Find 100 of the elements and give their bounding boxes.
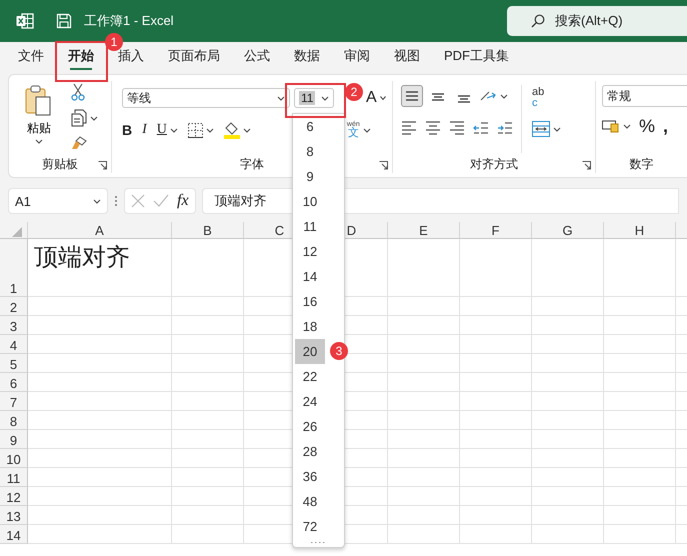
- borders-icon[interactable]: [188, 122, 203, 138]
- grid-cell[interactable]: [28, 506, 172, 525]
- wrap-text-button[interactable]: ab c: [532, 87, 561, 109]
- row-header[interactable]: 5: [0, 354, 28, 373]
- font-size-field[interactable]: 11: [294, 88, 334, 108]
- grid-cell[interactable]: [532, 373, 604, 392]
- grid-cell[interactable]: [388, 239, 460, 297]
- grid-cell[interactable]: [28, 449, 172, 468]
- grid-cell[interactable]: [388, 354, 460, 373]
- grid-cell[interactable]: [532, 354, 604, 373]
- bold-button[interactable]: B: [122, 122, 132, 138]
- grid-cell[interactable]: [460, 525, 532, 544]
- merge-center-icon[interactable]: [532, 121, 550, 137]
- decrease-indent-icon[interactable]: [473, 120, 489, 136]
- menu-item[interactable]: 26: [295, 414, 325, 439]
- row-header[interactable]: 2: [0, 297, 28, 316]
- search-field[interactable]: 搜索(Alt+Q): [507, 6, 687, 36]
- launcher-icon[interactable]: [98, 161, 107, 170]
- row-header[interactable]: 11: [0, 468, 28, 487]
- ribbon-tab[interactable]: 数据: [290, 45, 324, 71]
- caret-icon[interactable]: [362, 128, 371, 132]
- caret-icon[interactable]: [206, 128, 214, 132]
- row-header[interactable]: 8: [0, 411, 28, 430]
- grid-cell[interactable]: [532, 449, 604, 468]
- grid-cell[interactable]: [172, 373, 244, 392]
- grid-cell[interactable]: [388, 411, 460, 430]
- grid-cell[interactable]: [172, 449, 244, 468]
- cancel-icon[interactable]: [131, 194, 145, 208]
- grid-cell[interactable]: [604, 354, 676, 373]
- caret-icon[interactable]: [321, 96, 329, 100]
- grid-cell[interactable]: [388, 468, 460, 487]
- grid-cell[interactable]: [532, 525, 604, 544]
- launcher-icon[interactable]: [379, 161, 388, 170]
- grid-cell[interactable]: [604, 449, 676, 468]
- column-header[interactable]: F: [460, 222, 532, 239]
- grid-cell[interactable]: [532, 506, 604, 525]
- comma-button[interactable]: ,: [663, 116, 668, 136]
- grid-cell[interactable]: [604, 430, 676, 449]
- row-header[interactable]: 1: [0, 239, 28, 297]
- grid-cell[interactable]: [532, 392, 604, 411]
- caret-icon[interactable]: [93, 198, 101, 204]
- caret-icon[interactable]: [90, 116, 98, 120]
- grid-cell[interactable]: [460, 373, 532, 392]
- row-header[interactable]: 12: [0, 487, 28, 506]
- grid-cell[interactable]: [604, 316, 676, 335]
- caret-icon[interactable]: [277, 96, 285, 100]
- underline-button[interactable]: U: [156, 122, 167, 138]
- caret-icon[interactable]: [623, 124, 631, 128]
- grid-cell[interactable]: [460, 449, 532, 468]
- grid-cell[interactable]: [460, 430, 532, 449]
- grid-cell[interactable]: [532, 411, 604, 430]
- grid-cell[interactable]: [460, 468, 532, 487]
- grid-cell[interactable]: [388, 449, 460, 468]
- grid-cell[interactable]: [28, 316, 172, 335]
- menu-item[interactable]: 36: [295, 464, 325, 489]
- grid-cell[interactable]: [28, 392, 172, 411]
- grid-cell[interactable]: [532, 297, 604, 316]
- row-header[interactable]: 10: [0, 449, 28, 468]
- grid-cell[interactable]: [172, 430, 244, 449]
- ribbon-tab[interactable]: 开始: [64, 45, 98, 71]
- grid-cell[interactable]: [460, 392, 532, 411]
- grid-cell[interactable]: [388, 297, 460, 316]
- menu-item[interactable]: 72: [295, 514, 325, 539]
- grid-cell[interactable]: [532, 239, 604, 297]
- grid-cell[interactable]: [28, 525, 172, 544]
- align-right-icon[interactable]: [449, 120, 465, 136]
- grid-cell[interactable]: [172, 525, 244, 544]
- column-header[interactable]: B: [172, 222, 244, 239]
- insert-function-button[interactable]: fx: [177, 192, 189, 210]
- grid-cell[interactable]: [604, 392, 676, 411]
- grow-font-button[interactable]: A: [366, 89, 377, 107]
- cut-icon[interactable]: [71, 83, 85, 101]
- caret-icon[interactable]: [170, 128, 178, 132]
- grid-cell[interactable]: [172, 354, 244, 373]
- grid-cell[interactable]: [388, 430, 460, 449]
- select-all-icon[interactable]: [12, 226, 22, 236]
- enter-icon[interactable]: [153, 194, 169, 208]
- grid-cell[interactable]: [172, 316, 244, 335]
- column-header[interactable]: H: [604, 222, 676, 239]
- grid-cell[interactable]: [388, 335, 460, 354]
- grid-cell[interactable]: [532, 316, 604, 335]
- grid-cell[interactable]: [604, 487, 676, 506]
- grid-cell[interactable]: [460, 411, 532, 430]
- ribbon-tab[interactable]: 页面布局: [164, 45, 224, 71]
- fill-color-icon[interactable]: [224, 122, 240, 138]
- ribbon-tab[interactable]: 视图: [390, 45, 424, 71]
- grid-cell[interactable]: [172, 392, 244, 411]
- grid-cell[interactable]: [28, 354, 172, 373]
- grid-cell[interactable]: [460, 239, 532, 297]
- grid-cell[interactable]: [460, 506, 532, 525]
- grid-cell[interactable]: [28, 373, 172, 392]
- grid-cell[interactable]: [172, 335, 244, 354]
- grid-cell[interactable]: [604, 239, 676, 297]
- name-box[interactable]: A1: [8, 188, 108, 214]
- grid-cell[interactable]: [388, 506, 460, 525]
- grid-cell[interactable]: [28, 335, 172, 354]
- caret-icon[interactable]: [35, 139, 43, 144]
- accounting-format-icon[interactable]: [602, 119, 620, 133]
- caret-icon[interactable]: [242, 128, 251, 132]
- row-header[interactable]: 3: [0, 316, 28, 335]
